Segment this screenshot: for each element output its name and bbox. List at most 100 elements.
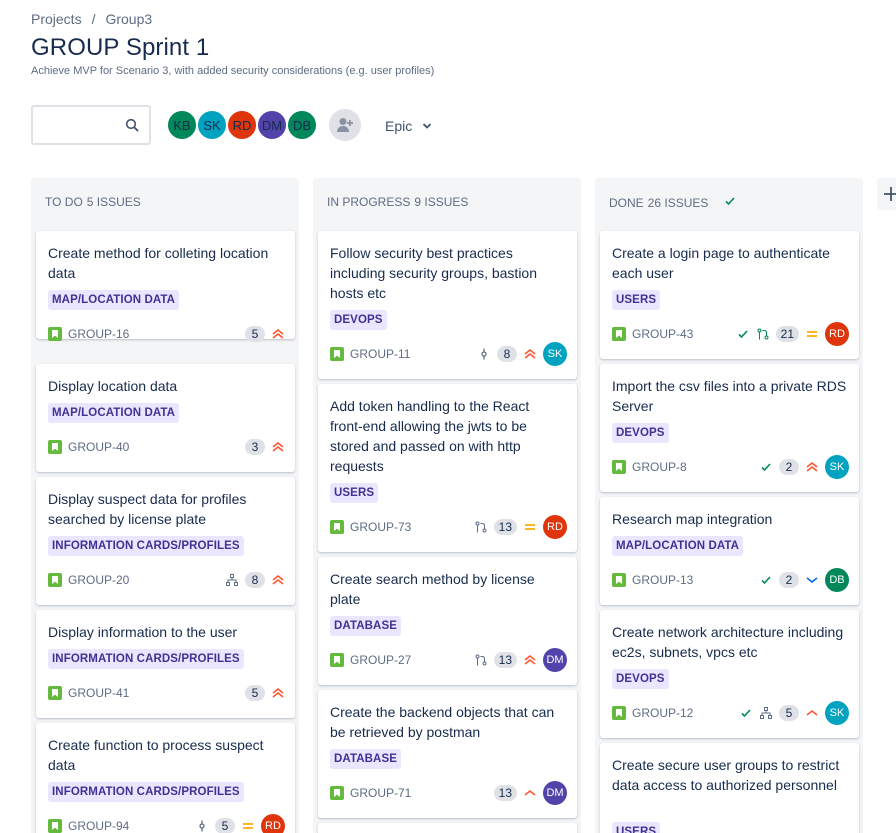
epic-label: INFORMATION CARDS/PROFILES — [48, 782, 244, 802]
issue-key[interactable]: GROUP-40 — [68, 440, 129, 454]
avatar[interactable]: DM — [256, 109, 288, 141]
issue-card[interactable]: Display location data MAP/LOCATION DATA … — [36, 364, 295, 472]
priority-high-icon — [523, 786, 537, 800]
assignee-avatar[interactable]: DB — [825, 568, 849, 592]
column-issue-count: 26 ISSUES — [647, 195, 709, 210]
card-footer: GROUP-94 5 RD — [48, 814, 285, 833]
assignee-avatar[interactable]: SK — [825, 455, 849, 479]
column-title: DONE — [609, 195, 644, 210]
issue-card[interactable] — [318, 823, 577, 833]
epic-label: DATABASE — [330, 749, 401, 769]
priority-low-icon — [805, 573, 819, 587]
issue-card[interactable]: Display suspect data for profiles search… — [36, 477, 295, 605]
issue-card[interactable]: Create search method by license plate DA… — [318, 557, 577, 685]
story-points: 13 — [493, 519, 517, 535]
avatar[interactable]: RD — [226, 109, 258, 141]
assignee-avatar[interactable]: RD — [543, 515, 567, 539]
assignee-avatar[interactable]: RD — [261, 814, 285, 833]
avatar-initials: DM — [261, 117, 283, 133]
breadcrumb-projects-link[interactable]: Projects — [31, 11, 82, 27]
search-field[interactable] — [31, 105, 151, 145]
avatar-initials: DB — [292, 117, 312, 133]
issue-card[interactable]: Create a login page to authenticate each… — [600, 231, 859, 359]
breadcrumb-group-link[interactable]: Group3 — [105, 11, 152, 27]
card-footer: GROUP-27 13 DM — [330, 648, 567, 672]
issue-key[interactable]: GROUP-20 — [68, 573, 129, 587]
epic-label: DEVOPS — [612, 423, 669, 443]
issue-card[interactable]: Add token handling to the React front-en… — [318, 384, 577, 552]
issue-card[interactable]: Display information to the user INFORMAT… — [36, 610, 295, 718]
card-footer: GROUP-11 8 SK — [330, 342, 567, 366]
issue-key[interactable]: GROUP-12 — [632, 706, 693, 720]
issue-card[interactable]: Research map integration MAP/LOCATION DA… — [600, 497, 859, 605]
done-check-icon — [724, 195, 736, 210]
issue-summary: Create a login page to authenticate each… — [612, 245, 830, 281]
issue-summary: Add token handling to the React front-en… — [330, 398, 530, 474]
priority-highest-icon — [523, 653, 537, 667]
issue-key[interactable]: GROUP-11 — [350, 347, 410, 361]
issue-key[interactable]: GROUP-94 — [68, 819, 129, 833]
assignee-avatar[interactable]: SK — [825, 701, 849, 725]
epic-label: MAP/LOCATION DATA — [612, 536, 744, 556]
column-in-progress: IN PROGRESS 9 ISSUES Follow security bes… — [313, 178, 581, 833]
story-icon — [48, 440, 62, 454]
story-icon — [612, 573, 626, 587]
story-icon — [48, 327, 62, 341]
card-footer: GROUP-12 5 SK — [612, 701, 849, 725]
chevron-down-icon — [423, 123, 432, 129]
issue-card[interactable]: Create method for colleting location dat… — [36, 231, 295, 342]
card-footer: GROUP-20 8 — [48, 568, 285, 592]
card-footer: GROUP-8 2 SK — [612, 455, 849, 479]
issue-key[interactable]: GROUP-71 — [350, 786, 411, 800]
epic-filter-dropdown[interactable]: Epic — [375, 112, 442, 140]
epic-label: USERS — [330, 483, 379, 503]
story-icon — [330, 520, 344, 534]
column-header: DONE 26 ISSUES — [609, 195, 736, 210]
column-header: IN PROGRESS 9 ISSUES — [327, 195, 468, 209]
commit-icon — [195, 819, 209, 833]
story-icon — [612, 460, 626, 474]
epic-label: USERS — [612, 822, 661, 833]
epic-label: INFORMATION CARDS/PROFILES — [48, 649, 244, 669]
issue-summary: Create method for colleting location dat… — [48, 245, 269, 281]
issue-card[interactable]: Create the backend objects that can be r… — [318, 690, 577, 818]
assignee-avatar[interactable]: DM — [543, 648, 567, 672]
issue-key[interactable]: GROUP-8 — [632, 460, 687, 474]
add-column-button[interactable] — [877, 178, 896, 210]
issue-key[interactable]: GROUP-13 — [632, 573, 693, 587]
issue-key[interactable]: GROUP-16 — [68, 327, 129, 341]
avatar[interactable]: SK — [196, 109, 228, 141]
story-points: 5 — [779, 705, 799, 721]
avatar[interactable]: KB — [166, 109, 198, 141]
issue-key[interactable]: GROUP-73 — [350, 520, 411, 534]
priority-highest-icon — [271, 573, 285, 587]
issue-card[interactable]: Follow security best practices including… — [318, 231, 577, 379]
epic-label: USERS — [612, 290, 661, 310]
issue-key[interactable]: GROUP-27 — [350, 653, 411, 667]
issue-summary: Create secure user groups to restrict da… — [612, 757, 840, 793]
priority-highest-icon — [805, 460, 819, 474]
pull-request-icon — [474, 653, 488, 667]
issue-key[interactable]: GROUP-43 — [632, 327, 693, 341]
assignee-filter-avatars: KB SK RD DM DB — [166, 109, 318, 141]
pull-request-icon — [474, 520, 488, 534]
story-icon — [330, 653, 344, 667]
priority-medium-icon — [241, 819, 255, 833]
issue-card[interactable]: Import the csv files into a private RDS … — [600, 364, 859, 492]
issue-card[interactable]: Create secure user groups to restrict da… — [600, 743, 859, 833]
assignee-avatar[interactable]: DM — [543, 781, 567, 805]
issue-card[interactable]: Create function to process suspect data … — [36, 723, 295, 833]
commit-icon — [477, 347, 491, 361]
add-people-button[interactable] — [329, 109, 361, 141]
priority-high-icon — [805, 706, 819, 720]
issue-card[interactable]: Create network architecture including ec… — [600, 610, 859, 738]
search-input[interactable] — [39, 107, 129, 143]
card-footer: GROUP-41 5 — [48, 681, 285, 705]
issue-summary: Display suspect data for profiles search… — [48, 491, 247, 527]
issue-key[interactable]: GROUP-41 — [68, 686, 129, 700]
avatar[interactable]: DB — [286, 109, 318, 141]
epic-label: INFORMATION CARDS/PROFILES — [48, 536, 244, 556]
assignee-avatar[interactable]: RD — [825, 322, 849, 346]
story-icon — [330, 347, 344, 361]
assignee-avatar[interactable]: SK — [543, 342, 567, 366]
